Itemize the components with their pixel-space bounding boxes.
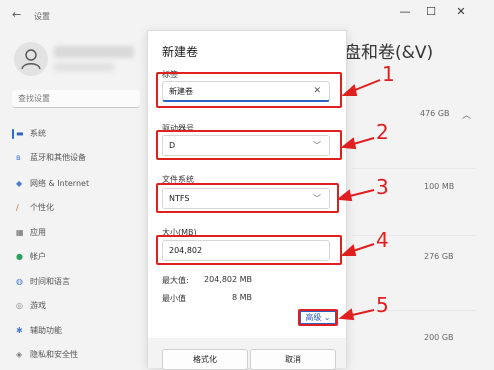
annotation-number-5: 5 [376,293,389,317]
annotation-arrows [336,79,381,321]
annotation-number-2: 2 [376,120,389,144]
annotation-number-1: 1 [382,62,395,86]
annotation-number-4: 4 [376,228,389,252]
annotation-number-3: 3 [376,175,389,199]
